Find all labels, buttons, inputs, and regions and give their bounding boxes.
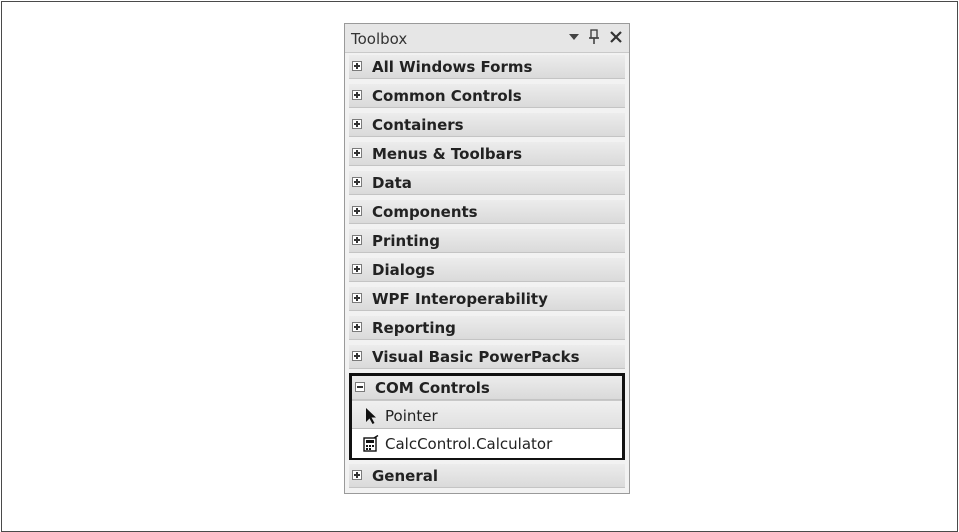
expand-plus-icon[interactable] [352, 293, 362, 303]
category-label: COM Controls [375, 379, 490, 397]
category-label: Common Controls [372, 87, 522, 105]
category-label: Data [372, 174, 412, 192]
expand-plus-icon[interactable] [352, 470, 362, 480]
toolbox-title-bar: Toolbox [345, 24, 629, 53]
close-icon[interactable] [607, 28, 625, 46]
category-label: Components [372, 203, 478, 221]
screenshot-frame: Toolbox All Windows Forms Common Control… [1, 1, 958, 532]
category-all-windows-forms[interactable]: All Windows Forms [349, 55, 625, 79]
pin-icon[interactable] [585, 28, 603, 46]
category-com-controls[interactable]: COM Controls [352, 376, 622, 400]
category-visual-basic-powerpacks[interactable]: Visual Basic PowerPacks [349, 345, 625, 369]
collapse-minus-icon[interactable] [355, 382, 365, 392]
category-reporting[interactable]: Reporting [349, 316, 625, 340]
com-controls-group: COM Controls Pointer CalcControl.Calcula… [349, 373, 625, 460]
category-wpf-interoperability[interactable]: WPF Interoperability [349, 287, 625, 311]
category-general[interactable]: General [349, 464, 625, 488]
toolbox-title: Toolbox [351, 30, 408, 48]
category-dialogs[interactable]: Dialogs [349, 258, 625, 282]
item-label: CalcControl.Calculator [385, 435, 553, 453]
category-menus-toolbars[interactable]: Menus & Toolbars [349, 142, 625, 166]
calculator-control-icon [362, 434, 380, 453]
toolbox-window: Toolbox All Windows Forms Common Control… [344, 23, 630, 494]
expand-plus-icon[interactable] [352, 61, 362, 71]
expand-plus-icon[interactable] [352, 351, 362, 361]
expand-plus-icon[interactable] [352, 206, 362, 216]
category-label: Dialogs [372, 261, 435, 279]
pointer-arrow-icon [362, 407, 380, 425]
expand-plus-icon[interactable] [352, 322, 362, 332]
expand-plus-icon[interactable] [352, 148, 362, 158]
category-data[interactable]: Data [349, 171, 625, 195]
expand-plus-icon[interactable] [352, 119, 362, 129]
expand-plus-icon[interactable] [352, 235, 362, 245]
triangle-down-icon[interactable] [565, 28, 583, 46]
category-label: All Windows Forms [372, 58, 533, 76]
expand-plus-icon[interactable] [352, 177, 362, 187]
toolbox-item-calccontrol-calculator[interactable]: CalcControl.Calculator [352, 429, 622, 458]
category-label: Printing [372, 232, 440, 250]
expand-plus-icon[interactable] [352, 90, 362, 100]
category-label: WPF Interoperability [372, 290, 548, 308]
category-label: General [372, 467, 438, 485]
category-label: Containers [372, 116, 464, 134]
category-components[interactable]: Components [349, 200, 625, 224]
category-printing[interactable]: Printing [349, 229, 625, 253]
expand-plus-icon[interactable] [352, 264, 362, 274]
category-label: Menus & Toolbars [372, 145, 523, 163]
category-label: Reporting [372, 319, 456, 337]
toolbox-item-pointer[interactable]: Pointer [352, 400, 622, 429]
category-containers[interactable]: Containers [349, 113, 625, 137]
category-common-controls[interactable]: Common Controls [349, 84, 625, 108]
category-label: Visual Basic PowerPacks [372, 348, 580, 366]
item-label: Pointer [385, 407, 438, 425]
